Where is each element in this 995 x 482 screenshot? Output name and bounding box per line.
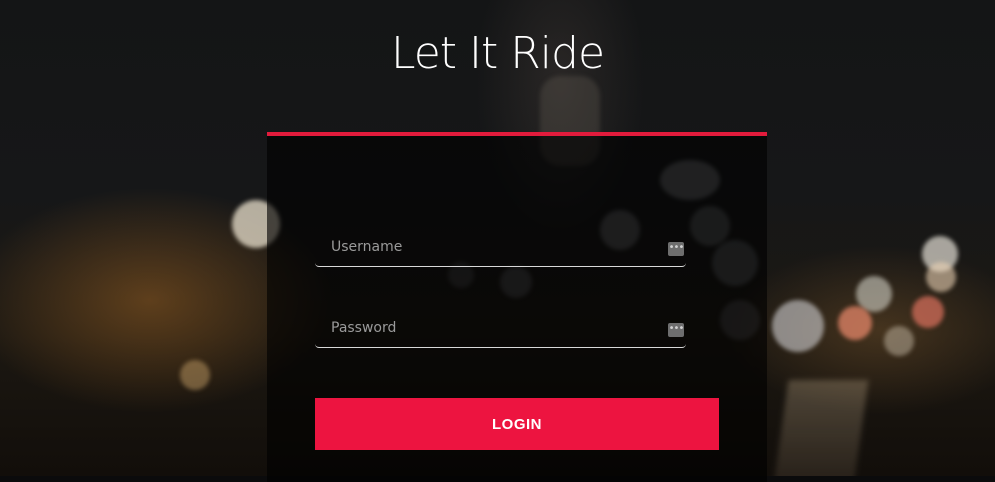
bokeh-light <box>926 262 956 292</box>
bokeh-light <box>884 326 914 356</box>
dots-icon[interactable]: ••• <box>668 242 684 256</box>
page-title: Let It Ride <box>390 28 605 79</box>
login-button[interactable]: LOGIN <box>315 398 719 450</box>
road-lane <box>771 380 869 476</box>
bokeh-light <box>912 296 944 328</box>
dots-icon[interactable]: ••• <box>668 323 684 337</box>
bokeh-light <box>838 306 872 340</box>
password-input[interactable] <box>315 313 671 343</box>
username-input[interactable] <box>315 232 671 262</box>
bokeh-light <box>180 360 210 390</box>
bokeh-light <box>772 300 824 352</box>
username-field: ••• <box>315 232 686 267</box>
password-field: ••• <box>315 313 686 348</box>
login-panel: ••• ••• LOGIN <box>267 132 767 482</box>
